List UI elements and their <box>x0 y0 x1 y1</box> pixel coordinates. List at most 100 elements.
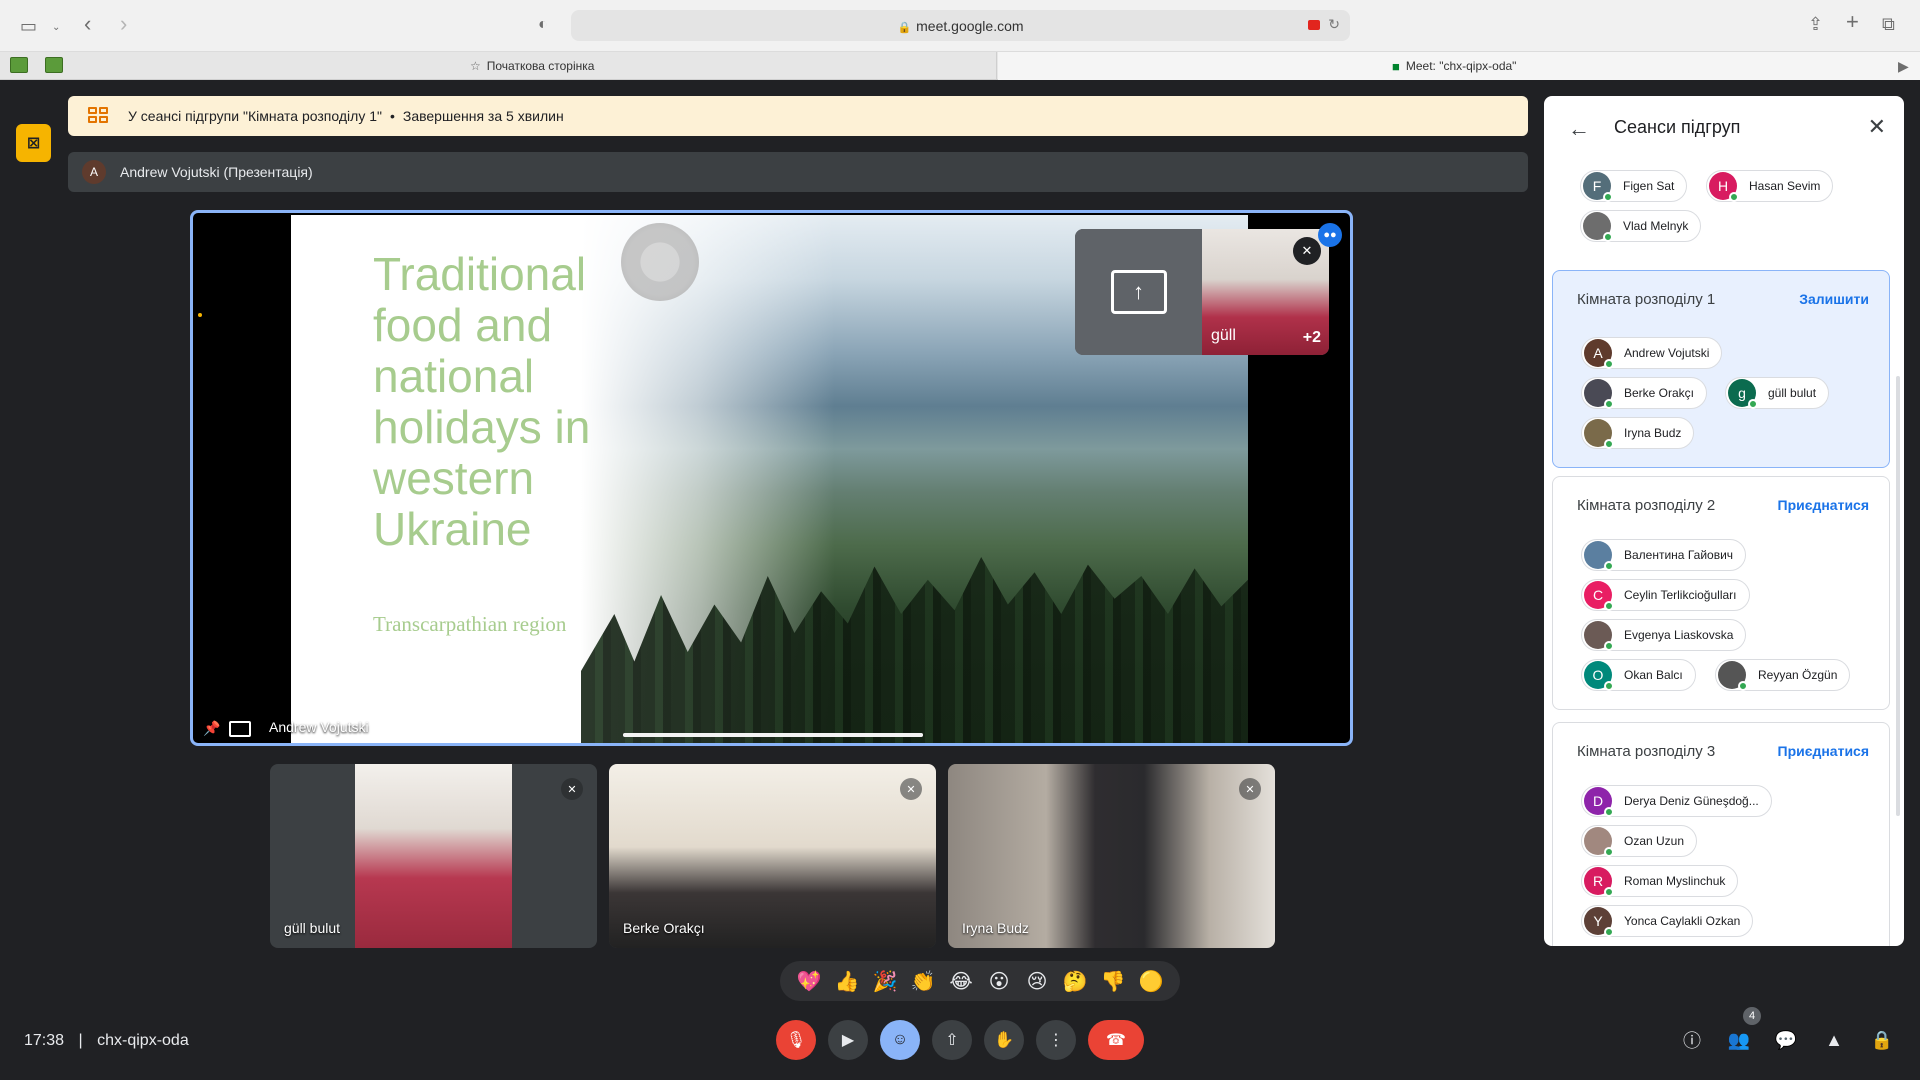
forward-icon[interactable]: › <box>120 13 127 35</box>
indicator-dot <box>198 313 202 317</box>
join-room-button[interactable]: Приєднатися <box>1778 743 1870 759</box>
participant-chip[interactable]: C Ceylin Terlikcioğulları <box>1581 579 1750 611</box>
presentation-stage[interactable]: Traditional food and national holidays i… <box>190 210 1353 746</box>
avatar: A <box>82 160 106 184</box>
participant-chip[interactable]: F Figen Sat <box>1580 170 1688 202</box>
reactions-button[interactable]: ☺ <box>880 1020 920 1060</box>
camera-recording-icon[interactable] <box>1308 20 1320 30</box>
reaction-thinking[interactable]: 🤔 <box>1061 967 1089 995</box>
shield-icon[interactable]: ◐ <box>538 16 548 34</box>
reaction-surprised[interactable]: 😮 <box>985 967 1013 995</box>
raise-hand-button[interactable]: ✋ <box>984 1020 1024 1060</box>
chevron-down-icon[interactable]: ⌄ <box>52 19 60 37</box>
tab-start-page[interactable]: ☆ Початкова сторінка <box>470 52 594 80</box>
tab-overview-icon[interactable]: ⧉ <box>1882 15 1895 33</box>
reaction-skin-tone[interactable]: 🟡 <box>1137 967 1165 995</box>
participant-chip[interactable]: Evgenya Liaskovska <box>1581 619 1747 651</box>
people-button[interactable]: 👥 <box>1723 1024 1755 1056</box>
chat-button[interactable]: 💬 <box>1770 1024 1802 1056</box>
tab-label: Початкова сторінка <box>486 59 595 73</box>
participant-chip[interactable]: Vlad Melnyk <box>1580 210 1702 242</box>
banner-ending-text: Завершення за 5 хвилин <box>402 108 564 124</box>
participant-chip[interactable]: H Hasan Sevim <box>1706 170 1834 202</box>
avatar <box>1584 379 1614 409</box>
meeting-details-button[interactable]: ⓘ <box>1676 1024 1708 1056</box>
room-title: Кімната розподілу 1 <box>1577 291 1716 308</box>
participant-name: Berke Orakçı <box>623 920 705 936</box>
reload-icon[interactable]: ↻ <box>1328 16 1340 33</box>
address-bar[interactable]: 🔒 meet.google.com ↻ <box>571 10 1350 41</box>
host-controls-button[interactable]: 🔒 <box>1866 1024 1898 1056</box>
reactions-bar: 💖 👍 🎉 👏 😂 😮 😢 🤔 👎 🟡 <box>780 961 1180 1001</box>
tab-meet[interactable]: ■ Meet: "chx-qipx-oda" <box>1392 52 1516 80</box>
reaction-heart[interactable]: 💖 <box>795 967 823 995</box>
sidebar-toggle-icon[interactable]: ▭ <box>20 17 37 35</box>
camera-off-badge[interactable]: ⊠ <box>16 124 51 162</box>
reaction-laugh[interactable]: 😂 <box>947 967 975 995</box>
clock-time: 17:38 <box>24 1032 65 1049</box>
banner-separator: • <box>389 108 395 124</box>
meet-logo-icon: ■ <box>1392 58 1400 74</box>
participant-tile[interactable]: ✕ Berke Orakçı <box>609 764 936 948</box>
participant-chip[interactable]: A Andrew Vojutski <box>1581 337 1723 369</box>
tab-label: Meet: "chx-qipx-oda" <box>1405 59 1517 73</box>
participant-chip[interactable]: R Roman Myslinchuk <box>1581 865 1739 897</box>
scrollbar-thumb[interactable] <box>623 733 923 737</box>
participant-chip[interactable]: g güll bulut <box>1725 377 1830 409</box>
people-count-badge: 4 <box>1743 1007 1761 1025</box>
reaction-party[interactable]: 🎉 <box>871 967 899 995</box>
participant-name: Okan Balcı <box>1624 668 1683 682</box>
bookmark-icon[interactable] <box>10 57 28 73</box>
join-room-button[interactable]: Приєднатися <box>1778 497 1870 513</box>
avatar: D <box>1584 787 1614 817</box>
new-tab-icon[interactable]: + <box>1846 11 1859 33</box>
participant-chip[interactable]: Iryna Budz <box>1581 417 1695 449</box>
participant-chip[interactable]: Reyyan Özgün <box>1715 659 1851 691</box>
camera-icon[interactable]: ▶ <box>1898 57 1909 75</box>
participant-chip[interactable]: Y Yonca Caylakli Ozkan <box>1581 905 1754 937</box>
present-button[interactable]: ⇧ <box>932 1020 972 1060</box>
self-view-tile[interactable]: ↑ güll +2 ✕ <box>1075 229 1329 355</box>
more-participants-badge[interactable]: +2 <box>1303 329 1321 347</box>
room-title: Кімната розподілу 3 <box>1577 743 1716 760</box>
pin-icon[interactable]: 📌 <box>203 720 220 737</box>
camera-toggle-button[interactable]: ▶ <box>828 1020 868 1060</box>
video-camera-icon: ▶ <box>841 1032 855 1049</box>
self-name: güll <box>1211 327 1236 344</box>
info-separator: | <box>78 1032 83 1049</box>
banner-room-text: У сеансі підгрупи "Кімната розподілу 1" <box>128 108 382 124</box>
more-options-button[interactable]: ⋮ <box>1036 1020 1076 1060</box>
participant-chip[interactable]: Валентина Гайович <box>1581 539 1747 571</box>
participant-tile[interactable]: ✕ Iryna Budz <box>948 764 1275 948</box>
close-icon[interactable]: ✕ <box>1868 114 1886 140</box>
participant-name: Reyyan Özgün <box>1758 668 1838 682</box>
avatar: R <box>1584 867 1614 897</box>
participant-chip[interactable]: Ozan Uzun <box>1581 825 1698 857</box>
reaction-thumbs-up[interactable]: 👍 <box>833 967 861 995</box>
participant-tile[interactable]: ✕ güll bulut <box>270 764 597 948</box>
leave-call-button[interactable]: ☎ <box>1088 1020 1144 1060</box>
participant-chip[interactable]: O Okan Balcı <box>1581 659 1696 691</box>
mic-off-icon: ✕ <box>1293 237 1321 265</box>
reaction-sad[interactable]: 😢 <box>1023 967 1051 995</box>
share-icon[interactable]: ⇪ <box>1808 15 1823 33</box>
mic-toggle-button[interactable]: 🎙 <box>776 1020 816 1060</box>
back-icon[interactable]: ‹ <box>84 13 91 35</box>
reaction-thumbs-down[interactable]: 👎 <box>1099 967 1127 995</box>
back-arrow-icon[interactable]: ← <box>1568 116 1590 142</box>
activities-button[interactable]: ▲ <box>1818 1024 1850 1056</box>
participant-name: Berke Orakçı <box>1624 386 1695 400</box>
participant-name: Derya Deniz Güneşdoğ... <box>1624 794 1759 808</box>
panel-scrollbar[interactable] <box>1896 376 1900 816</box>
meeting-info: 17:38 | chx-qipx-oda <box>24 1032 189 1050</box>
presenter-bar[interactable]: A Andrew Vojutski (Презентація) <box>68 152 1528 192</box>
participant-chip[interactable]: D Derya Deniz Güneşdoğ... <box>1581 785 1772 817</box>
leave-room-button[interactable]: Залишити <box>1799 291 1869 307</box>
participant-name: güll bulut <box>1768 386 1817 400</box>
participant-chip[interactable]: Berke Orakçı <box>1581 377 1708 409</box>
slide-subtitle: Transcarpathian region <box>373 612 567 636</box>
avatar: H <box>1709 172 1739 202</box>
participant-name: Iryna Budz <box>1624 426 1682 440</box>
bookmark-icon[interactable] <box>45 57 63 73</box>
reaction-clap[interactable]: 👏 <box>909 967 937 995</box>
